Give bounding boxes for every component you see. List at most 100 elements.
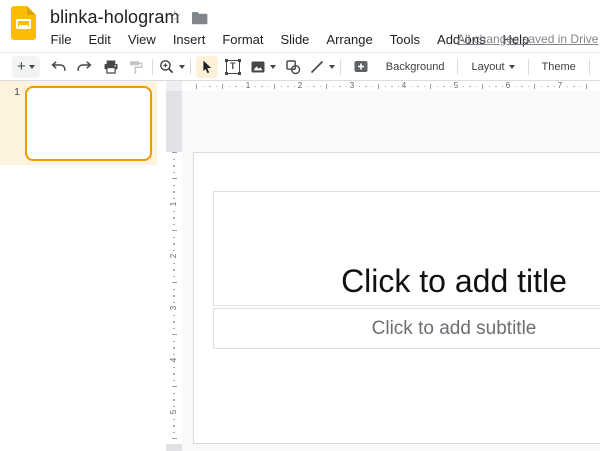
v-ruler-tick xyxy=(173,432,175,434)
v-ruler-tick xyxy=(173,211,175,213)
slides-logo-icon[interactable] xyxy=(11,6,36,40)
logo-frame-bar xyxy=(19,25,28,28)
h-ruler-tick xyxy=(482,84,483,89)
v-ruler-tick: 3 xyxy=(170,300,178,316)
star-icon[interactable]: ☆ xyxy=(168,9,181,25)
ruler-offpage-bottom xyxy=(166,444,182,451)
subtitle-placeholder[interactable]: Click to add subtitle xyxy=(213,308,600,349)
h-ruler-tick xyxy=(307,86,309,88)
h-ruler-tick xyxy=(463,86,465,88)
menu-item[interactable]: Edit xyxy=(80,29,119,51)
v-ruler-tick xyxy=(172,282,177,283)
v-ruler-tick xyxy=(173,165,175,167)
v-ruler-tick xyxy=(172,334,177,335)
h-ruler-tick xyxy=(547,86,549,88)
background-button[interactable]: Background xyxy=(378,56,453,78)
select-tool-button[interactable] xyxy=(196,56,218,78)
menu-item[interactable]: Arrange xyxy=(318,29,381,51)
toolbar-divider xyxy=(457,59,458,75)
menu-item[interactable]: Insert xyxy=(164,29,214,51)
redo-button[interactable] xyxy=(73,56,95,78)
move-to-folder-icon[interactable] xyxy=(191,11,208,25)
slide-thumbnail[interactable] xyxy=(25,86,152,161)
h-ruler-tick xyxy=(372,86,374,88)
v-ruler-tick xyxy=(173,328,175,330)
h-ruler-tick xyxy=(203,86,205,88)
new-slide-button[interactable]: + xyxy=(12,56,40,78)
insert-comment-button[interactable] xyxy=(350,56,372,78)
h-ruler-tick xyxy=(339,86,341,88)
slide-page: Click to add title Click to add subtitle xyxy=(193,152,600,444)
toolbar-divider xyxy=(340,59,341,75)
filmstrip-slide-1[interactable]: 1 xyxy=(0,81,157,165)
h-ruler-tick xyxy=(235,86,237,88)
zoom-button[interactable] xyxy=(158,58,185,76)
undo-button[interactable] xyxy=(48,56,70,78)
h-ruler-tick xyxy=(554,86,556,88)
h-ruler-tick xyxy=(541,86,543,88)
slide-canvas: Click to add title Click to add subtitle xyxy=(182,91,600,451)
chevron-down-icon xyxy=(509,65,515,69)
v-ruler-tick xyxy=(173,419,175,421)
subtitle-placeholder-text: Click to add subtitle xyxy=(372,318,537,340)
paint-format-button[interactable] xyxy=(125,56,147,78)
v-ruler-tick xyxy=(172,230,177,231)
v-ruler-tick xyxy=(173,373,175,375)
theme-button[interactable]: Theme xyxy=(534,56,584,78)
chevron-down-icon xyxy=(179,65,185,69)
v-ruler-tick xyxy=(172,386,177,387)
v-ruler-tick: 2 xyxy=(170,248,178,264)
h-ruler-tick xyxy=(521,86,523,88)
h-ruler-tick xyxy=(469,86,471,88)
ruler-offpage-top xyxy=(166,91,182,152)
h-ruler-tick: 5 xyxy=(454,81,458,91)
v-ruler-tick xyxy=(173,269,175,271)
v-ruler-tick xyxy=(173,321,175,323)
h-ruler-tick xyxy=(528,86,530,88)
transition-button[interactable]: Transition xyxy=(595,56,600,78)
h-ruler-tick xyxy=(313,86,315,88)
layout-button[interactable]: Layout xyxy=(463,56,522,78)
toolbar-divider xyxy=(589,59,590,75)
title-placeholder[interactable]: Click to add title xyxy=(213,191,600,306)
menu-item[interactable]: Slide xyxy=(272,29,318,51)
h-ruler-tick xyxy=(443,86,445,88)
menu-item[interactable]: File xyxy=(42,29,80,51)
menu-item[interactable]: Format xyxy=(214,29,272,51)
h-ruler-tick xyxy=(489,86,491,88)
toolbar-divider xyxy=(528,59,529,75)
h-ruler-tick: 7 xyxy=(558,81,562,91)
h-ruler-tick xyxy=(242,86,244,88)
h-ruler-tick: 2 xyxy=(298,81,302,91)
ruler-corner xyxy=(166,81,182,91)
v-ruler-tick: 5 xyxy=(170,404,178,420)
menu-item[interactable]: Tools xyxy=(381,29,428,51)
h-ruler-tick xyxy=(333,86,335,88)
google-slides-app: blinka-hologram ☆ FileEditViewInsertForm… xyxy=(0,0,600,451)
menu-item[interactable]: View xyxy=(119,29,164,51)
h-ruler-tick xyxy=(437,86,439,88)
v-ruler-tick xyxy=(173,263,175,265)
print-button[interactable] xyxy=(100,56,122,78)
h-ruler-tick xyxy=(209,86,211,88)
insert-image-button[interactable] xyxy=(249,58,276,76)
h-ruler-tick xyxy=(196,84,197,89)
v-ruler-tick xyxy=(173,341,175,343)
text-box-tool-button[interactable]: T xyxy=(222,56,244,78)
v-ruler-tick xyxy=(173,425,175,427)
h-ruler-tick xyxy=(502,86,504,88)
insert-shape-button[interactable] xyxy=(282,56,304,78)
document-title[interactable]: blinka-hologram xyxy=(50,7,180,28)
h-ruler-tick: 4 xyxy=(402,81,406,91)
toolbar: + T xyxy=(0,53,600,81)
v-ruler-tick xyxy=(173,243,175,245)
toolbar-divider xyxy=(190,59,191,75)
v-ruler-tick xyxy=(173,191,175,193)
h-ruler-tick xyxy=(222,84,223,89)
v-ruler-tick xyxy=(173,399,175,401)
v-ruler-tick xyxy=(173,159,175,161)
insert-line-button[interactable] xyxy=(308,58,335,76)
save-status-link[interactable]: All changes saved in Drive xyxy=(457,32,598,46)
v-ruler-tick xyxy=(173,380,175,382)
h-ruler-tick xyxy=(391,86,393,88)
